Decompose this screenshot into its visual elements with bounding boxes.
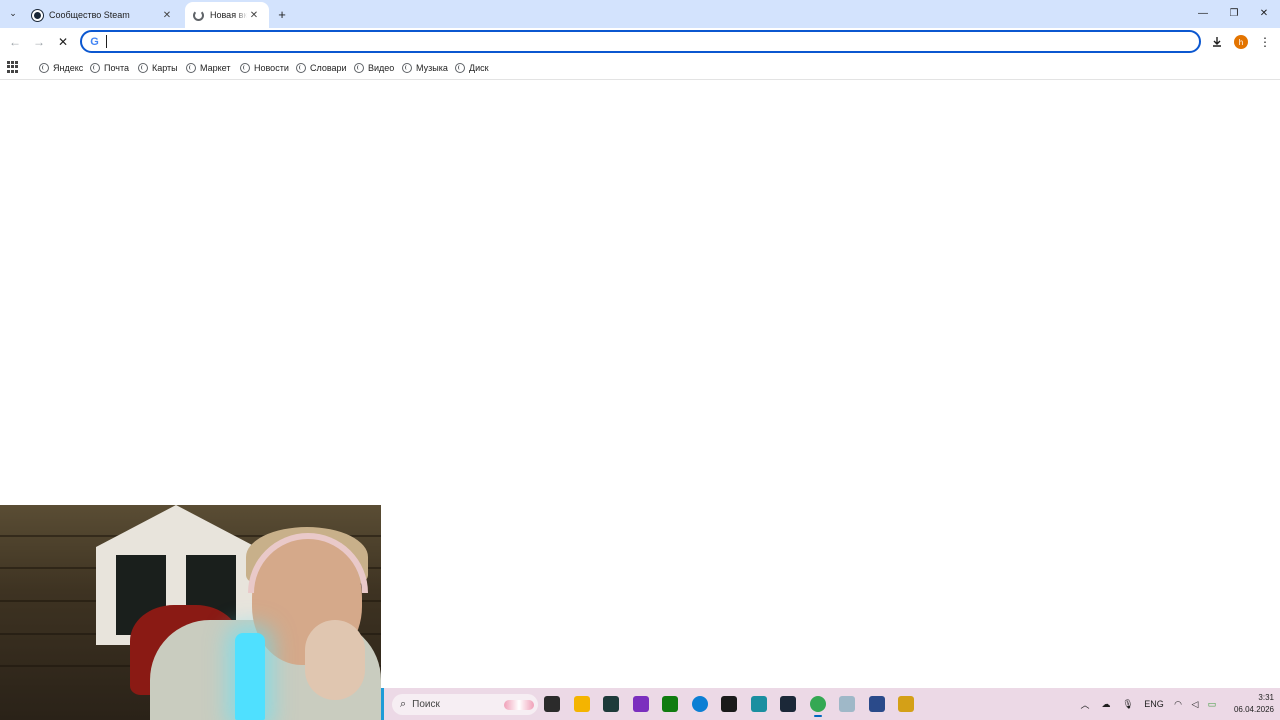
restore-button[interactable]: ❐ bbox=[1223, 4, 1245, 22]
globe-icon bbox=[455, 63, 465, 73]
taskbar-clock[interactable]: 3:31 06.04.2026 bbox=[1228, 692, 1274, 716]
globe-icon bbox=[138, 63, 148, 73]
loading-icon bbox=[193, 9, 204, 21]
volume-icon[interactable]: ◁ bbox=[1188, 697, 1202, 711]
globe-icon bbox=[354, 63, 364, 73]
clock-time: 3:31 bbox=[1258, 693, 1274, 702]
edge-icon[interactable] bbox=[692, 696, 708, 712]
glowing-speaker bbox=[235, 633, 265, 720]
microphone-icon[interactable]: 🎙 bbox=[1121, 697, 1135, 711]
bookmark-dictionaries[interactable]: Словари bbox=[296, 60, 347, 76]
address-input[interactable] bbox=[106, 34, 1186, 49]
chrome-icon[interactable] bbox=[810, 696, 826, 717]
bookmark-label: Диск bbox=[469, 63, 489, 73]
bookmark-mail[interactable]: Почта bbox=[90, 60, 129, 76]
cloud-app-icon[interactable] bbox=[839, 696, 855, 712]
steam-icon bbox=[32, 9, 43, 21]
text-cursor bbox=[106, 35, 107, 48]
bookmark-music[interactable]: Музыка bbox=[402, 60, 448, 76]
tab-title: Новая вкладка bbox=[210, 10, 247, 20]
battery-icon[interactable]: ▭ bbox=[1205, 697, 1219, 711]
bookmark-video[interactable]: Видео bbox=[354, 60, 394, 76]
bookmark-label: Музыка bbox=[416, 63, 448, 73]
tray-overflow-icon[interactable]: ︿ bbox=[1078, 697, 1092, 711]
tab-search-button[interactable]: ⌄ bbox=[4, 4, 22, 22]
google-icon: G bbox=[90, 35, 99, 48]
tab-close-button[interactable]: ✕ bbox=[247, 8, 261, 22]
instagram-icon[interactable] bbox=[633, 696, 649, 712]
globe-icon bbox=[90, 63, 100, 73]
clock-date: 06.04.2026 bbox=[1233, 705, 1274, 714]
browser-toolbar: ← → ✕ G h ⋮ bbox=[0, 28, 1280, 56]
taskbar-edge bbox=[381, 688, 384, 720]
bookmark-label: Карты bbox=[152, 63, 178, 73]
tab-strip: ⌄ Сообщество Steam ✕ Новая вкладка ✕ + —… bbox=[0, 0, 1280, 28]
address-bar[interactable]: G bbox=[80, 30, 1201, 53]
language-indicator[interactable]: ENG bbox=[1142, 697, 1166, 711]
back-button[interactable]: ← bbox=[6, 33, 24, 51]
globe-icon bbox=[186, 63, 196, 73]
globe-icon bbox=[39, 63, 49, 73]
webcam-overlay bbox=[0, 505, 381, 720]
file-explorer-icon[interactable] bbox=[574, 696, 590, 712]
forward-button[interactable]: → bbox=[30, 33, 48, 51]
bookmark-market[interactable]: Маркет bbox=[186, 60, 230, 76]
bookmark-label: Яндекс bbox=[53, 63, 84, 73]
notepad-icon[interactable] bbox=[751, 696, 767, 712]
apps-grid-icon[interactable] bbox=[7, 61, 19, 73]
tab-steam-community[interactable]: Сообщество Steam ✕ bbox=[24, 2, 182, 28]
tab-close-button[interactable]: ✕ bbox=[160, 8, 174, 22]
stop-loading-button[interactable]: ✕ bbox=[54, 33, 72, 51]
k-app-icon[interactable] bbox=[869, 696, 885, 712]
bookmark-news[interactable]: Новости bbox=[240, 60, 289, 76]
download-icon[interactable] bbox=[1208, 33, 1226, 51]
window-close-button[interactable]: ✕ bbox=[1253, 4, 1275, 22]
lock-app-icon[interactable] bbox=[898, 696, 914, 712]
taskbar-search-label: Поиск bbox=[412, 699, 440, 710]
bookmark-label: Новости bbox=[254, 63, 289, 73]
wifi-icon[interactable]: ◠ bbox=[1171, 697, 1185, 711]
globe-icon bbox=[296, 63, 306, 73]
bookmark-label: Маркет bbox=[200, 63, 231, 73]
bookmark-disk[interactable]: Диск bbox=[455, 60, 489, 76]
bookmark-label: Видео bbox=[368, 63, 395, 73]
bookmark-maps[interactable]: Карты bbox=[138, 60, 178, 76]
steam-icon[interactable] bbox=[780, 696, 796, 712]
xbox-icon[interactable] bbox=[662, 696, 678, 712]
search-highlight-icon bbox=[504, 699, 534, 710]
new-tab-button[interactable]: + bbox=[274, 6, 290, 22]
profile-avatar[interactable]: h bbox=[1234, 35, 1248, 49]
bookmarks-bar: Яндекс Почта Карты Маркет Новости Словар… bbox=[0, 56, 1280, 80]
media-app-icon[interactable] bbox=[603, 696, 619, 712]
bookmark-label: Словари bbox=[310, 63, 347, 73]
taskbar-search[interactable]: ⌕ Поиск bbox=[392, 694, 538, 715]
bookmark-label: Почта bbox=[104, 63, 129, 73]
task-view-icon[interactable] bbox=[544, 696, 560, 712]
search-icon: ⌕ bbox=[400, 698, 407, 710]
bookmark-yandex[interactable]: Яндекс bbox=[39, 60, 83, 76]
person-hand bbox=[305, 620, 365, 700]
globe-icon bbox=[240, 63, 250, 73]
tab-title: Сообщество Steam bbox=[49, 10, 130, 20]
minimize-button[interactable]: — bbox=[1192, 4, 1214, 22]
menu-button[interactable]: ⋮ bbox=[1256, 33, 1274, 51]
tray-app-icon[interactable]: ☁ bbox=[1099, 697, 1113, 711]
tab-new-tab[interactable]: Новая вкладка ✕ bbox=[185, 2, 269, 28]
game-launcher-icon[interactable] bbox=[721, 696, 737, 712]
globe-icon bbox=[402, 63, 412, 73]
